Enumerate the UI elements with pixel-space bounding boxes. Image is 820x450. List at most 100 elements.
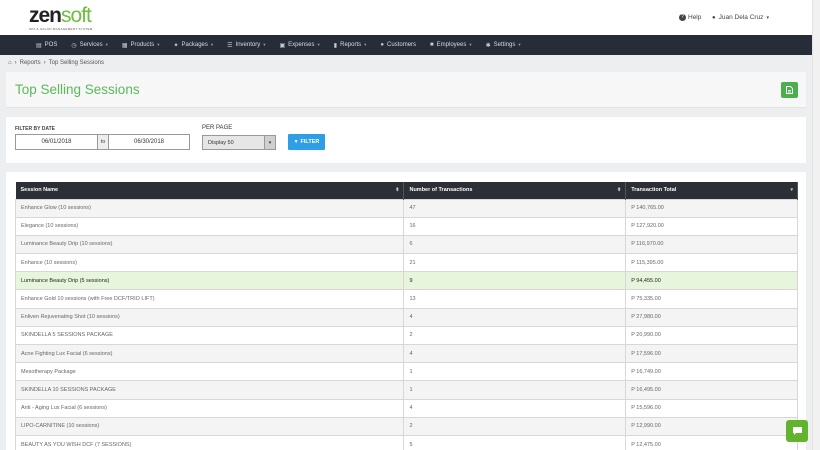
cell-transactions: 1 (403, 380, 627, 400)
nav-item-expenses[interactable]: ▣ Expenses ▾ (280, 42, 320, 49)
cell-session-name: BEAUTY AS YOU WISH DCF (7 SESSIONS) (14, 434, 405, 450)
nav-item-pos[interactable]: ▤ POS (36, 42, 57, 49)
table-row[interactable]: Elegance (10 sessions) 16 P 127,920.00 (14, 216, 798, 236)
nav-item-label: Customers (387, 42, 417, 48)
sort-icon: ⬍ (616, 187, 622, 193)
table-row[interactable]: Acne Fighting Lux Facial (6 sessions) 4 P … (14, 343, 798, 364)
sessions-table: Session Name ⬍ Number of Transactions ⬍ Tr… (14, 182, 798, 450)
column-header-total[interactable]: Transaction Total ▾ (625, 182, 798, 199)
cell-total: P 12,990.00 (625, 416, 798, 436)
breadcrumb-item-reports[interactable]: Reports (20, 60, 41, 66)
cell-session-name: Luminance Beauty Drip (5 sessions) (14, 271, 405, 291)
cell-session-name: Enhance Gold 10 sessions (with Free DCF/… (14, 289, 405, 309)
gear-icon: ✱ (485, 42, 491, 49)
pos-icon: ▤ (36, 42, 42, 49)
chat-bubble-icon (792, 427, 802, 435)
cell-transactions: 4 (403, 307, 627, 327)
table-row[interactable]: BEAUTY AS YOU WISH DCF (7 SESSIONS) 5 P 12… (14, 434, 798, 450)
tag-icon: ✦ (173, 42, 179, 49)
cell-transactions: 9 (403, 271, 627, 291)
cell-transactions: 2 (403, 416, 627, 436)
breadcrumb-item-current: Top Selling Sessions (48, 60, 105, 66)
chat-button[interactable] (786, 420, 808, 442)
table-row[interactable]: Anti - Aging Lux Facial (6 sessions) 4 P 1… (14, 398, 798, 418)
breadcrumb-separator-icon: › (43, 60, 46, 66)
nav-item-products[interactable]: ▦ Products ▾ (122, 42, 160, 49)
table-row[interactable]: Enhance Glow (10 sessions) 47 P 140,765.00 (14, 198, 798, 218)
per-page-value: Display 50 (208, 139, 234, 146)
breadcrumb: ⌂ › Reports › Top Selling Sessions (8, 60, 104, 66)
column-header-session-name[interactable]: Session Name ⬍ (15, 182, 405, 199)
cell-total: P 16,749.00 (625, 362, 798, 382)
date-to-input[interactable]: 06/30/2018 (108, 134, 190, 150)
table-row[interactable]: SKINDELLA 10 SESSIONS PACKAGE 1 P 16,495.0… (14, 380, 798, 400)
cell-total: P 94,455.00 (625, 271, 798, 291)
cell-total: P 27,980.00 (625, 307, 798, 327)
cell-total: P 116,970.00 (625, 234, 798, 255)
filter-button[interactable]: ▼ FILTER (288, 134, 325, 150)
export-button[interactable] (781, 82, 798, 98)
cell-total: P 15,596.00 (625, 398, 798, 418)
cell-session-name: LIPO-CARNITINE (10 sessions) (14, 416, 405, 436)
date-from-input[interactable]: 06/01/2018 (15, 134, 98, 150)
cell-session-name: Acne Fighting Lux Facial (6 sessions) (14, 343, 405, 364)
logo-name-part2: soft (61, 4, 92, 27)
cell-transactions: 21 (403, 253, 627, 273)
cell-transactions: 5 (403, 434, 627, 450)
cell-session-name: Enliven Rejuvenating Shot (10 sessions) (14, 307, 405, 327)
sort-icon: ⬍ (395, 187, 400, 193)
nav-item-reports[interactable]: ▮ Reports ▾ (334, 42, 367, 49)
help-label: Help (688, 14, 702, 21)
nav-item-customers[interactable]: ● Customers (380, 42, 416, 48)
cell-total: P 115,395.00 (625, 253, 798, 273)
user-menu[interactable]: ● Juan Dela Cruz ▾ (712, 14, 769, 21)
grid-icon: ▦ (121, 42, 128, 49)
table-row[interactable]: Enhance (10 sessions) 21 P 115,395.00 (14, 253, 798, 273)
home-icon[interactable]: ⌂ (8, 60, 12, 66)
table-row[interactable]: Enliven Rejuvenating Shot (10 sessions) 4… (14, 307, 798, 327)
cell-transactions: 6 (403, 234, 627, 255)
nav-item-packages[interactable]: ✦ Packages ▾ (174, 42, 214, 49)
cell-transactions: 13 (403, 289, 627, 309)
cell-transactions: 47 (403, 198, 627, 218)
table-row[interactable]: SKINDELLA 5 SESSIONS PACKAGE 2 P 20,990.00 (14, 325, 798, 346)
file-export-icon (786, 86, 793, 94)
table-row[interactable]: LIPO-CARNITINE (10 sessions) 2 P 12,990.00 (14, 416, 798, 436)
cell-total: P 127,920.00 (625, 216, 798, 236)
table-row[interactable]: Luminance Beauty Drip (5 sessions) 9 P 94,… (14, 271, 798, 291)
nav-item-settings[interactable]: ✱ Settings ▾ (486, 42, 521, 49)
nav-item-label: Packages (181, 42, 208, 48)
nav-item-label: Reports (340, 42, 362, 48)
cell-session-name: SKINDELLA 10 SESSIONS PACKAGE (14, 380, 405, 400)
nav-item-inventory[interactable]: ☰ Inventory ▾ (227, 42, 265, 49)
per-page-label: PER PAGE (202, 125, 233, 131)
expense-icon: ▣ (279, 42, 286, 49)
chevron-down-icon: ▾ (317, 42, 320, 47)
nav-item-label: Services (79, 42, 103, 48)
nav-item-label: Employees (436, 42, 467, 48)
per-page-select[interactable]: Display 50 ▾ (202, 135, 276, 150)
filter-icon: ▼ (293, 139, 299, 145)
nav-item-label: Expenses (288, 42, 315, 48)
logo[interactable]: zensoft SPA & SALON MANAGEMENT SYSTEM (29, 4, 93, 31)
nav-item-label: Inventory (235, 42, 261, 48)
table-row[interactable]: Mesotherapy Package 1 P 16,749.00 (14, 362, 798, 382)
table-row[interactable]: Enhance Gold 10 sessions (with Free DCF/… (14, 289, 798, 309)
column-header-transactions[interactable]: Number of Transactions ⬍ (403, 182, 627, 199)
cell-transactions: 1 (403, 362, 627, 382)
nav-item-employees[interactable]: ■ Employees ▾ (430, 42, 472, 48)
date-to-separator: to (98, 134, 108, 150)
table-row[interactable]: Luminance Beauty Drip (10 sessions) 6 P 11… (14, 234, 798, 255)
cell-total: P 140,765.00 (625, 198, 798, 218)
page-scrollbar[interactable] (812, 0, 820, 450)
cell-transactions: 4 (403, 398, 627, 418)
nav-item-label: Products (130, 42, 155, 48)
nav-item-label: Settings (493, 42, 516, 48)
nav-item-services[interactable]: ◷ Services ▾ (71, 42, 108, 49)
user-name: Juan Dela Cruz (718, 14, 764, 21)
help-link[interactable]: ? Help (679, 14, 701, 21)
chevron-down-icon: ▾ (263, 42, 266, 47)
cell-session-name: Anti - Aging Lux Facial (6 sessions) (14, 398, 405, 418)
cell-total: P 16,495.00 (625, 380, 798, 400)
cell-session-name: Enhance Glow (10 sessions) (14, 198, 405, 218)
